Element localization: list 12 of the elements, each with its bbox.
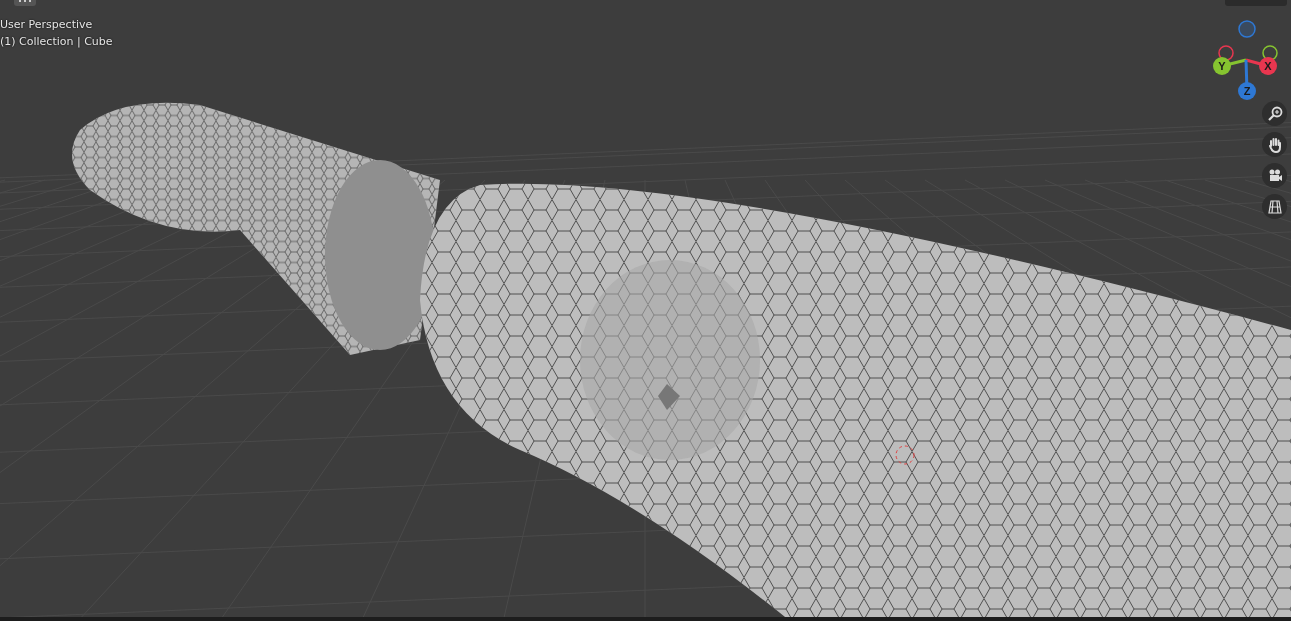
zoom-icon[interactable]: [1262, 101, 1287, 126]
view-name-label: User Perspective: [0, 18, 94, 31]
camera-icon[interactable]: [1262, 163, 1287, 188]
grid-icon[interactable]: [1262, 194, 1287, 219]
axis-handle[interactable]: Z: [1238, 82, 1256, 100]
axis-handle-icon[interactable]: [1262, 45, 1278, 61]
object-info-label: (1) Collection | Cube: [0, 35, 113, 48]
hand-icon[interactable]: [1262, 132, 1287, 157]
axis-handle-icon[interactable]: [1218, 45, 1234, 61]
axis-handle[interactable]: X: [1259, 57, 1277, 75]
axis-handle-icon[interactable]: [1238, 20, 1256, 38]
axis-handle[interactable]: Y: [1213, 57, 1231, 75]
